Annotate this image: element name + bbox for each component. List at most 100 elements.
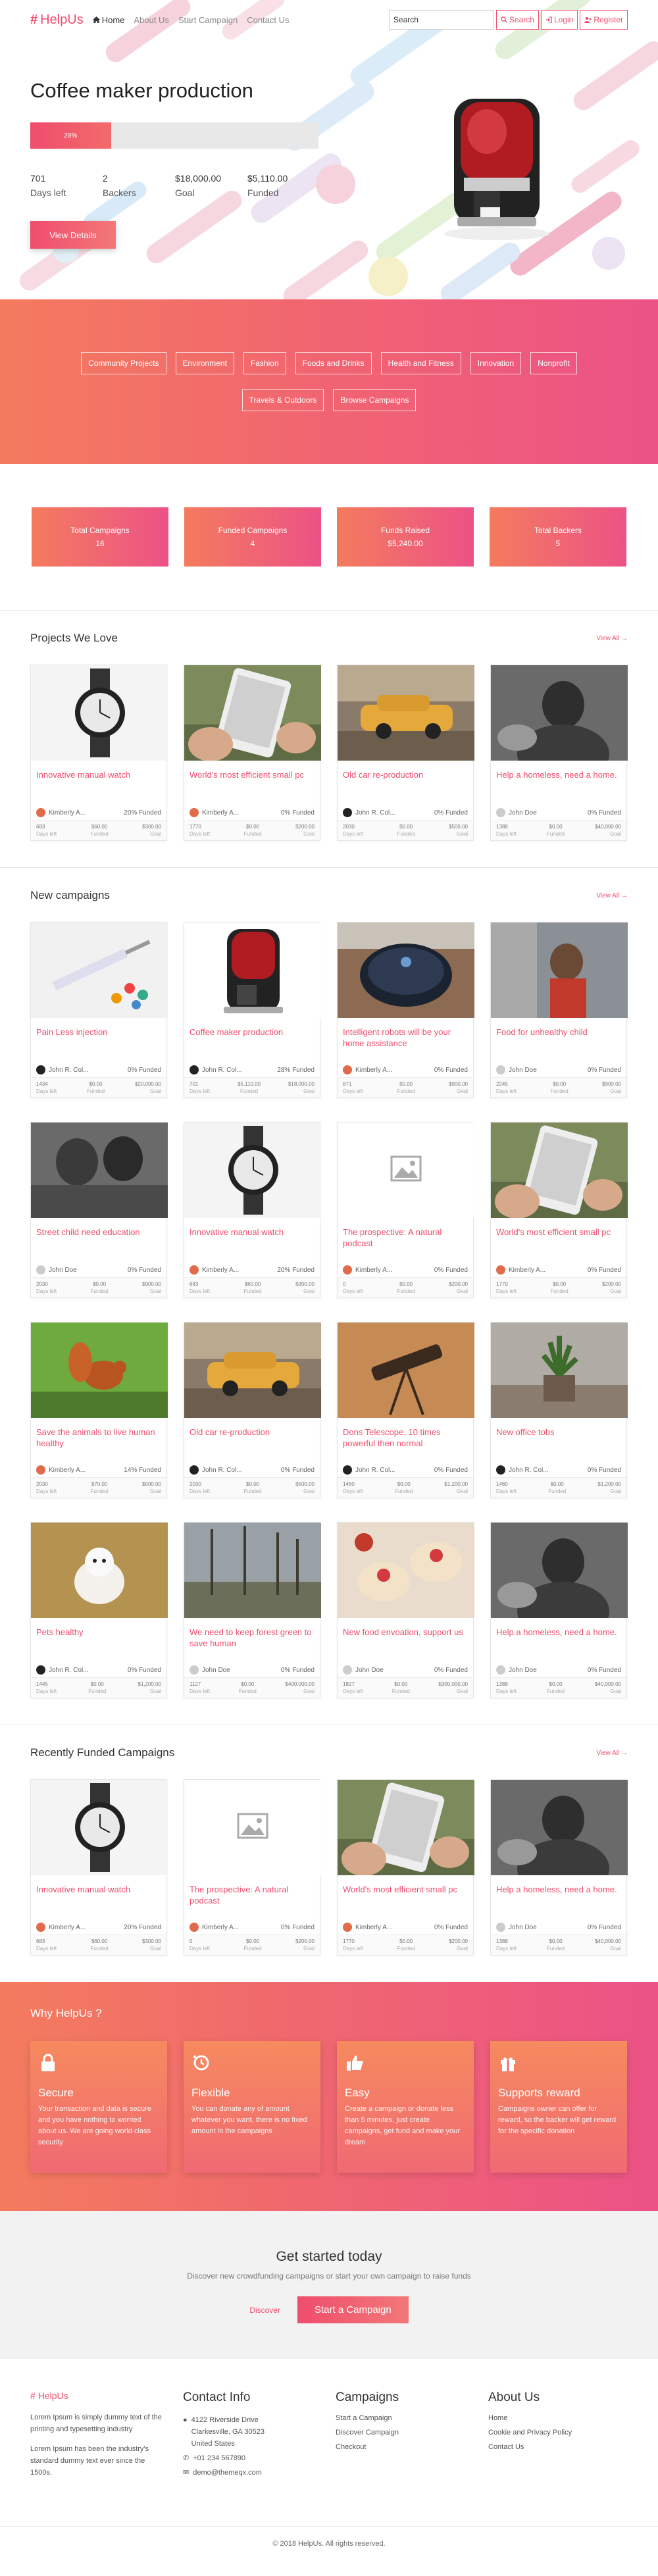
nav-link-about[interactable]: About Us	[134, 15, 168, 25]
footer-link[interactable]: Start a Campaign	[336, 2414, 488, 2422]
campaign-card[interactable]: Help a homeless, need a home. John Doe 0% …	[490, 1779, 628, 1956]
campaign-card[interactable]: World's most efficient small pc Kimberly …	[184, 665, 321, 841]
campaign-card[interactable]: Food for unhealthy child John Doe 0% Funde…	[490, 922, 628, 1098]
footer-link[interactable]: Contact Us	[488, 2443, 628, 2451]
nav-link-contact[interactable]: Contact Us	[247, 15, 289, 25]
campaign-card[interactable]: Dons Telescope, 10 times powerful then n…	[337, 1322, 474, 1498]
campaign-image[interactable]	[491, 922, 628, 1018]
category-button[interactable]: Fashion	[243, 352, 286, 374]
campaign-card[interactable]: Street child need education John Doe 0% Fu…	[30, 1122, 168, 1298]
campaign-title[interactable]: New office tobs	[496, 1427, 621, 1438]
brand-logo[interactable]: # HelpUs	[30, 13, 84, 28]
campaign-card[interactable]: Innovative manual watch Kimberly A... 20% …	[30, 665, 168, 841]
campaign-card[interactable]: World's most efficient small pc Kimberly …	[490, 1122, 628, 1298]
footer-link[interactable]: Checkout	[336, 2443, 488, 2451]
campaign-title[interactable]: Innovative manual watch	[36, 769, 161, 780]
campaign-image[interactable]	[31, 1780, 168, 1875]
campaign-card[interactable]: The prospective: A natural podcast Kimber…	[337, 1122, 474, 1298]
discover-link[interactable]: Discover	[249, 2306, 280, 2315]
campaign-title[interactable]: Save the animals to live human healthy	[36, 1427, 161, 1449]
campaign-title[interactable]: Pets healthy	[36, 1627, 161, 1638]
campaign-image[interactable]	[184, 922, 321, 1018]
category-button[interactable]: Environment	[175, 352, 234, 374]
campaign-card[interactable]: Help a homeless, need a home. John Doe 0% …	[490, 1522, 628, 1698]
campaign-card[interactable]: Pain Less injection John R. Col... 0% Fund…	[30, 922, 168, 1098]
category-button[interactable]: Browse Campaigns	[333, 389, 417, 411]
campaign-card[interactable]: Help a homeless, need a home. John Doe 0% …	[490, 665, 628, 841]
footer-link[interactable]: Cookie and Privacy Policy	[488, 2429, 628, 2437]
campaign-image[interactable]	[31, 665, 168, 761]
campaign-image[interactable]	[338, 1780, 474, 1876]
register-button[interactable]: Register	[580, 10, 628, 30]
campaign-title[interactable]: Innovative manual watch	[36, 1884, 161, 1895]
campaign-image[interactable]	[338, 922, 474, 1018]
campaign-card[interactable]: Old car re-production John R. Col... 0% Fu…	[184, 1322, 321, 1498]
campaign-image[interactable]	[338, 1323, 474, 1418]
campaign-title[interactable]: New food envoation, support us	[343, 1627, 468, 1638]
campaign-card[interactable]: New food envoation, support us John Doe 0%…	[337, 1522, 474, 1698]
category-button[interactable]: Foods and Drinks	[295, 352, 372, 374]
campaign-card[interactable]: Old car re-production John R. Col... 0% Fu…	[337, 665, 474, 841]
campaign-title[interactable]: Innovative manual watch	[190, 1226, 315, 1238]
campaign-image[interactable]	[31, 1323, 168, 1418]
category-button[interactable]: Innovation	[470, 352, 522, 374]
footer-email[interactable]: ✉ demo@themeqx.com	[183, 2467, 336, 2479]
campaign-image[interactable]	[184, 1780, 321, 1875]
campaign-card[interactable]: The prospective: A natural podcast Kimber…	[184, 1779, 321, 1956]
campaign-card[interactable]: Innovative manual watch Kimberly A... 20% …	[184, 1122, 321, 1298]
campaign-title[interactable]: The prospective: A natural podcast	[343, 1226, 468, 1249]
campaign-image[interactable]	[491, 1123, 628, 1219]
campaign-card[interactable]: Intelligent robots will be your home ass…	[337, 922, 474, 1098]
campaign-image[interactable]	[31, 1523, 168, 1618]
campaign-image[interactable]	[338, 1523, 474, 1618]
search-input[interactable]	[388, 10, 494, 30]
campaign-card[interactable]: Pets healthy John R. Col... 0% Funded 1445 D…	[30, 1522, 168, 1698]
campaign-card[interactable]: Coffee maker production John R. Col... 28%…	[184, 922, 321, 1098]
login-button[interactable]: Login	[540, 10, 578, 30]
view-all-link[interactable]: View All →	[596, 892, 628, 899]
campaign-title[interactable]: The prospective: A natural podcast	[190, 1884, 315, 1906]
campaign-title[interactable]: Help a homeless, need a home.	[496, 1627, 621, 1638]
campaign-title[interactable]: Pain Less injection	[36, 1026, 161, 1038]
search-button[interactable]: Search	[495, 10, 539, 30]
campaign-title[interactable]: World's most efficient small pc	[190, 769, 315, 780]
campaign-card[interactable]: Save the animals to live human healthy Ki…	[30, 1322, 168, 1498]
footer-link[interactable]: Home	[488, 2414, 628, 2422]
campaign-title[interactable]: Help a homeless, need a home.	[496, 769, 621, 780]
campaign-title[interactable]: Old car re-production	[190, 1427, 315, 1438]
campaign-title[interactable]: World's most efficient small pc	[496, 1226, 621, 1238]
view-all-link[interactable]: View All →	[596, 635, 628, 642]
campaign-image[interactable]	[491, 1780, 628, 1898]
campaign-image[interactable]	[31, 922, 168, 1018]
view-all-link[interactable]: View All →	[596, 1750, 628, 1757]
campaign-card[interactable]: We need to keep forest green to save hum…	[184, 1522, 321, 1698]
category-button[interactable]: Travels & Outdoors	[241, 389, 324, 411]
footer-brand[interactable]: # HelpUs	[30, 2390, 183, 2401]
campaign-image[interactable]	[184, 665, 321, 761]
campaign-card[interactable]: World's most efficient small pc Kimberly …	[337, 1779, 474, 1956]
footer-link[interactable]: Discover Campaign	[336, 2429, 488, 2437]
campaign-image[interactable]	[31, 1123, 168, 1218]
campaign-title[interactable]: Food for unhealthy child	[496, 1026, 621, 1038]
campaign-title[interactable]: Intelligent robots will be your home ass…	[343, 1026, 468, 1049]
category-button[interactable]: Community Projects	[81, 352, 166, 374]
category-button[interactable]: Nonprofit	[530, 352, 577, 374]
nav-link-home[interactable]: Home	[92, 15, 124, 25]
campaign-image[interactable]	[184, 1123, 321, 1218]
campaign-card[interactable]: Innovative manual watch Kimberly A... 20% …	[30, 1779, 168, 1956]
campaign-image[interactable]	[491, 665, 628, 784]
campaign-title[interactable]: We need to keep forest green to save hum…	[190, 1627, 315, 1649]
campaign-title[interactable]: Dons Telescope, 10 times powerful then n…	[343, 1427, 468, 1449]
view-details-button[interactable]: View Details	[30, 221, 116, 249]
campaign-image[interactable]	[338, 665, 474, 761]
campaign-title[interactable]: World's most efficient small pc	[343, 1884, 468, 1895]
campaign-image[interactable]	[184, 1523, 321, 1618]
campaign-image[interactable]	[338, 1123, 474, 1218]
campaign-title[interactable]: Help a homeless, need a home.	[496, 1884, 621, 1895]
category-button[interactable]: Health and Fitness	[380, 352, 461, 374]
campaign-image[interactable]	[184, 1323, 321, 1418]
nav-link-start-campaign[interactable]: Start Campaign	[178, 15, 238, 25]
campaign-title[interactable]: Street child need education	[36, 1226, 161, 1238]
campaign-card[interactable]: New office tobs John R. Col... 0% Funded 14…	[490, 1322, 628, 1498]
campaign-title[interactable]: Old car re-production	[343, 769, 468, 780]
